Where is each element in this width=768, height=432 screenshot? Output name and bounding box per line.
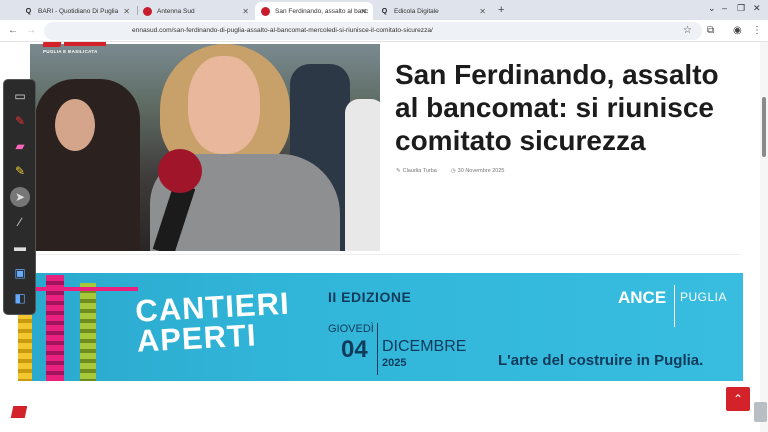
author-name: Claudia Turba <box>402 168 437 174</box>
banner-divider <box>377 323 378 375</box>
scrollbar-thumb[interactable] <box>762 97 766 157</box>
bookmark-star-icon[interactable]: ☆ <box>683 25 692 36</box>
annotation-toolbar: ▭ ✎ ▰ ✎ ➤ ∕ ▬ ▣ ◧ <box>3 79 36 315</box>
close-icon[interactable]: ✕ <box>479 7 486 16</box>
ad-banner-cantieri-aperti[interactable]: CANTIERI APERTI II EDIZIONE GIOVEDÌ 04 D… <box>18 273 743 381</box>
profile-icon[interactable]: ◉ <box>733 25 742 36</box>
quotidiano-favicon-icon: Q <box>381 7 388 15</box>
tab-label: Edicola Digitale <box>394 7 439 15</box>
ance-logo: ANCE <box>618 288 667 307</box>
tab-bari[interactable]: Q BARI - Quotidiano Di Puglia ✕ <box>18 2 136 20</box>
maximize-button[interactable]: ❐ <box>737 3 745 14</box>
banner-month: DICEMBRE <box>382 338 467 355</box>
minimize-button[interactable]: – <box>722 3 727 13</box>
close-icon[interactable]: ✕ <box>242 7 249 16</box>
logo-subtitle: PUGLIA E BASILICATA <box>43 49 98 54</box>
pen-icon[interactable]: ✎ <box>9 111 31 131</box>
tab-edicola-digitale[interactable]: Q Edicola Digitale ✕ <box>374 2 492 20</box>
news-logo-mark-icon <box>42 42 64 47</box>
banner-title: CANTIERI APERTI <box>134 285 291 359</box>
crane-boom-graphic <box>28 287 138 291</box>
close-icon[interactable]: ✕ <box>360 7 367 16</box>
screen-icon[interactable]: ▭ <box>9 86 31 106</box>
close-window-button[interactable]: ✕ <box>753 3 761 14</box>
article-photo[interactable] <box>30 44 380 251</box>
close-icon[interactable]: ✕ <box>123 7 130 16</box>
pen-icon: ✎ <box>396 168 401 174</box>
site-logo[interactable]: news PUGLIA E BASILICATA <box>40 42 110 58</box>
browser-tab-bar: Q BARI - Quotidiano Di Puglia ✕ Antenna … <box>0 0 768 20</box>
back-to-top-button[interactable]: ⌃ <box>726 387 750 411</box>
forward-button[interactable]: → <box>26 25 36 36</box>
antenna-sud-favicon-icon <box>143 6 152 16</box>
pointer-icon[interactable]: ➤ <box>10 187 30 207</box>
tab-san-ferdinando[interactable]: San Ferdinando, assalto al banc ✕ <box>255 2 373 20</box>
back-button[interactable]: ← <box>8 25 18 36</box>
article-date: ◷ 30 Novembre 2025 <box>451 168 505 174</box>
tab-label: San Ferdinando, assalto al banc <box>275 7 369 15</box>
photo-background-figure <box>345 99 380 251</box>
banner-divider <box>674 285 675 327</box>
news-favicon-icon <box>261 6 270 16</box>
tab-search-icon[interactable]: ⌄ <box>708 3 716 14</box>
address-bar[interactable]: ennasud.com/san-ferdinando-di-puglia-ass… <box>44 22 702 40</box>
extensions-icon[interactable]: ⧉ <box>707 25 714 36</box>
ance-region: PUGLIA <box>680 290 728 304</box>
browser-toolbar: ← → ennasud.com/san-ferdinando-di-puglia… <box>0 20 768 42</box>
tab-label: BARI - Quotidiano Di Puglia <box>38 7 119 15</box>
whiteboard-icon[interactable]: ▣ <box>9 263 31 283</box>
brush-icon[interactable]: ∕ <box>9 212 31 232</box>
photo-face <box>188 56 260 154</box>
new-tab-button[interactable]: + <box>498 4 504 16</box>
highlighter-icon[interactable]: ✎ <box>9 161 31 181</box>
crane-graphic <box>80 283 96 381</box>
eraser-icon[interactable]: ▰ <box>9 136 31 156</box>
page-content: news PUGLIA E BASILICATA San Ferdinando,… <box>0 42 768 432</box>
widget-icon[interactable] <box>754 402 767 422</box>
photo-face <box>55 99 95 151</box>
divider <box>30 254 742 255</box>
banner-day: 04 <box>341 336 368 363</box>
line-icon[interactable]: ▬ <box>9 237 31 257</box>
banner-year: 2025 <box>382 357 407 369</box>
banner-weekday: GIOVEDÌ <box>328 323 374 335</box>
footer-logo-icon[interactable] <box>10 406 28 418</box>
menu-kebab-icon[interactable]: ⋮ <box>752 25 762 36</box>
banner-edition: II EDIZIONE <box>328 289 412 305</box>
date-text: 30 Novembre 2025 <box>457 168 505 174</box>
article-author[interactable]: ✎ Claudia Turba <box>396 168 437 174</box>
tab-antenna-sud[interactable]: Antenna Sud ✕ <box>137 2 255 20</box>
article-meta: ✎ Claudia Turba ◷ 30 Novembre 2025 <box>396 168 504 174</box>
capture-icon[interactable]: ◧ <box>9 288 31 308</box>
tab-label: Antenna Sud <box>157 7 195 15</box>
quotidiano-favicon-icon: Q <box>25 7 32 15</box>
banner-tagline: L'arte del costruire in Puglia. <box>498 352 704 369</box>
clock-icon: ◷ <box>450 168 456 174</box>
article-headline[interactable]: San Ferdinando, assalto al bancomat: si … <box>395 58 745 157</box>
logo-text: news <box>64 42 106 46</box>
microphone-icon <box>158 149 202 193</box>
